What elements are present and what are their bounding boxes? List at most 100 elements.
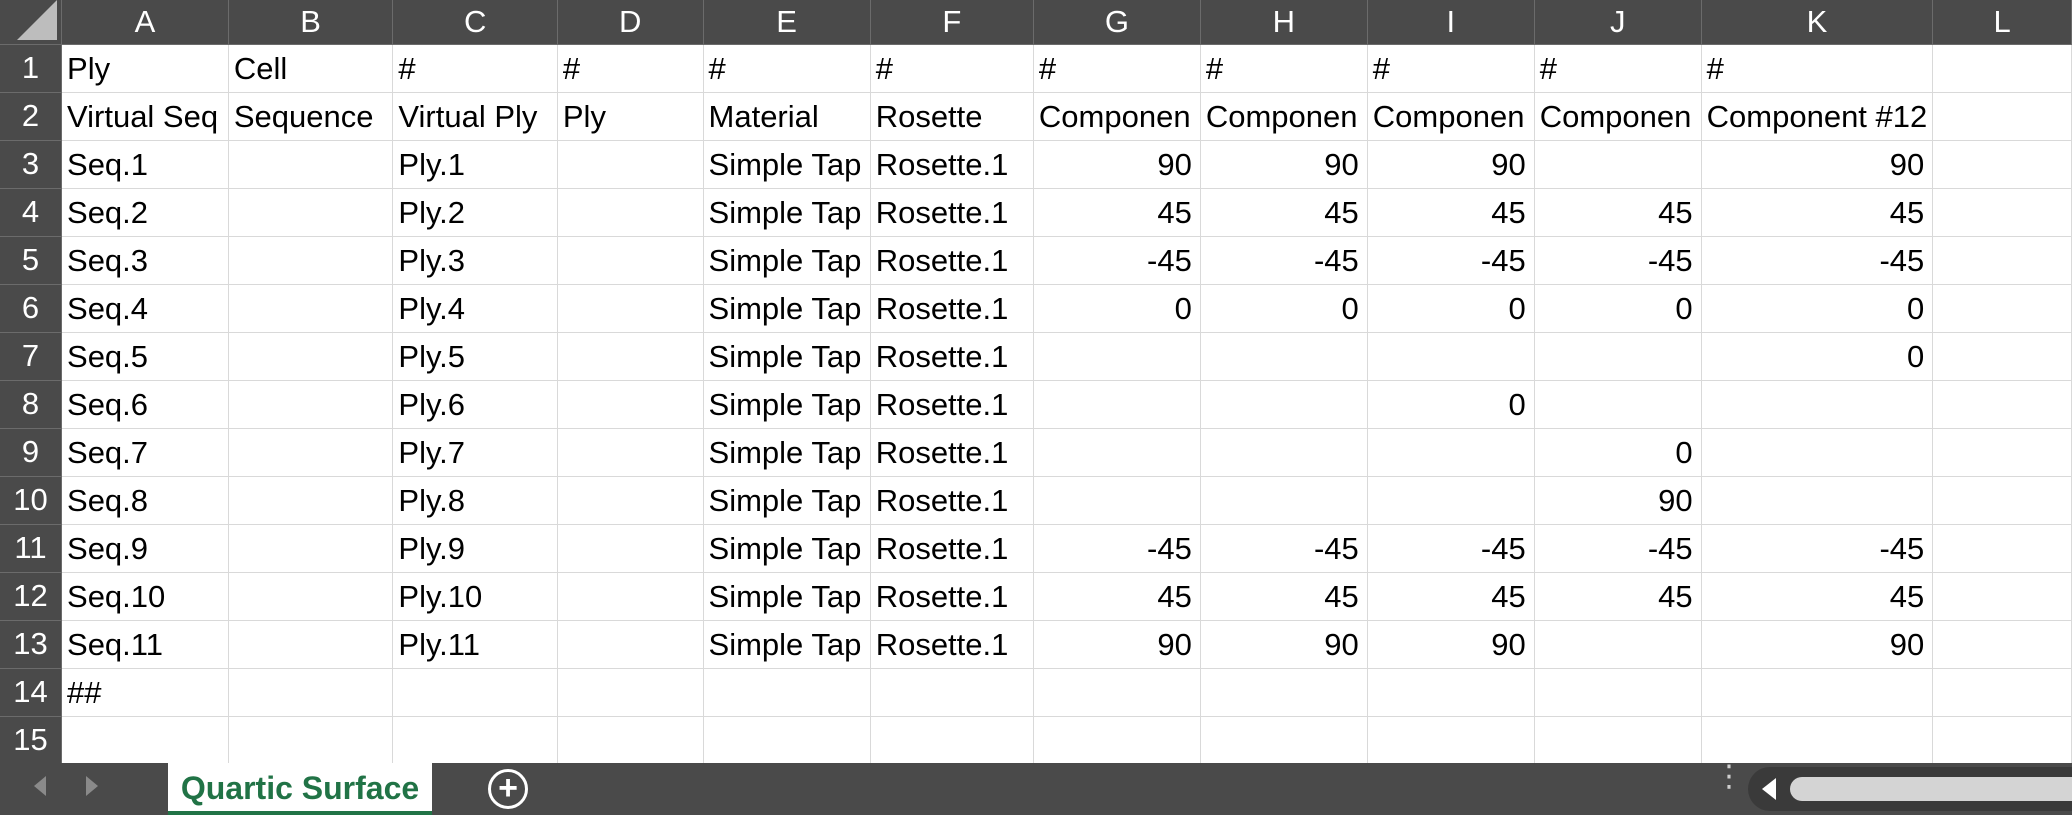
cell-i1[interactable]: # [1367, 44, 1535, 93]
cell-h15[interactable] [1200, 716, 1368, 765]
column-header-j[interactable]: J [1534, 0, 1702, 45]
cell-i10[interactable] [1367, 476, 1535, 525]
cell-g4[interactable]: 45 [1033, 188, 1201, 237]
cell-a5[interactable]: Seq.3 [61, 236, 229, 285]
cell-d11[interactable] [557, 524, 704, 573]
cell-e14[interactable] [703, 668, 871, 717]
cell-e10[interactable]: Simple Tap [703, 476, 871, 525]
cell-a7[interactable]: Seq.5 [61, 332, 229, 381]
cell-g5[interactable]: -45 [1033, 236, 1201, 285]
cell-a15[interactable] [61, 716, 229, 765]
cell-e9[interactable]: Simple Tap [703, 428, 871, 477]
cell-k6[interactable]: 0 [1701, 284, 1934, 333]
cell-e5[interactable]: Simple Tap [703, 236, 871, 285]
cell-g13[interactable]: 90 [1033, 620, 1201, 669]
scroll-tabs-left-icon[interactable] [34, 776, 46, 796]
cell-f3[interactable]: Rosette.1 [870, 140, 1034, 189]
cell-d4[interactable] [557, 188, 704, 237]
column-header-i[interactable]: I [1367, 0, 1535, 45]
cell-a14[interactable]: ## [61, 668, 229, 717]
cell-f15[interactable] [870, 716, 1034, 765]
cell-a4[interactable]: Seq.2 [61, 188, 229, 237]
cell-j8[interactable] [1534, 380, 1702, 429]
cell-b4[interactable] [228, 188, 394, 237]
cell-b10[interactable] [228, 476, 394, 525]
cell-a3[interactable]: Seq.1 [61, 140, 229, 189]
cell-f7[interactable]: Rosette.1 [870, 332, 1034, 381]
cell-g3[interactable]: 90 [1033, 140, 1201, 189]
cell-c6[interactable]: Ply.4 [392, 284, 558, 333]
cell-l13[interactable] [1932, 620, 2072, 669]
cell-f6[interactable]: Rosette.1 [870, 284, 1034, 333]
cell-h11[interactable]: -45 [1200, 524, 1368, 573]
cell-f9[interactable]: Rosette.1 [870, 428, 1034, 477]
column-header-f[interactable]: F [870, 0, 1034, 45]
cell-b1[interactable]: Cell [228, 44, 394, 93]
cell-i9[interactable] [1367, 428, 1535, 477]
column-header-l[interactable]: L [1932, 0, 2072, 45]
cell-j7[interactable] [1534, 332, 1702, 381]
row-header-2[interactable]: 2 [0, 92, 63, 141]
row-header-12[interactable]: 12 [0, 572, 63, 621]
cell-l7[interactable] [1932, 332, 2072, 381]
cell-c12[interactable]: Ply.10 [392, 572, 558, 621]
cell-l4[interactable] [1932, 188, 2072, 237]
cell-c8[interactable]: Ply.6 [392, 380, 558, 429]
cell-h4[interactable]: 45 [1200, 188, 1368, 237]
cell-l2[interactable] [1932, 92, 2072, 141]
scroll-tabs-right-icon[interactable] [86, 776, 98, 796]
cell-e1[interactable]: # [703, 44, 871, 93]
cell-k7[interactable]: 0 [1701, 332, 1934, 381]
cell-f2[interactable]: Rosette [870, 92, 1034, 141]
cell-h12[interactable]: 45 [1200, 572, 1368, 621]
cell-i15[interactable] [1367, 716, 1535, 765]
cell-f11[interactable]: Rosette.1 [870, 524, 1034, 573]
cell-d13[interactable] [557, 620, 704, 669]
cell-e2[interactable]: Material [703, 92, 871, 141]
row-header-8[interactable]: 8 [0, 380, 63, 429]
cell-g15[interactable] [1033, 716, 1201, 765]
cell-j15[interactable] [1534, 716, 1702, 765]
column-header-a[interactable]: A [61, 0, 229, 45]
cell-b11[interactable] [228, 524, 394, 573]
cell-g14[interactable] [1033, 668, 1201, 717]
cell-c5[interactable]: Ply.3 [392, 236, 558, 285]
add-sheet-button[interactable]: + [488, 769, 528, 809]
row-header-5[interactable]: 5 [0, 236, 63, 285]
cell-l10[interactable] [1932, 476, 2072, 525]
cell-l5[interactable] [1932, 236, 2072, 285]
cell-e4[interactable]: Simple Tap [703, 188, 871, 237]
cell-d7[interactable] [557, 332, 704, 381]
row-header-13[interactable]: 13 [0, 620, 63, 669]
cell-d15[interactable] [557, 716, 704, 765]
cell-j2[interactable]: Componen [1534, 92, 1702, 141]
row-header-14[interactable]: 14 [0, 668, 63, 717]
cell-i4[interactable]: 45 [1367, 188, 1535, 237]
cell-k9[interactable] [1701, 428, 1934, 477]
cell-l8[interactable] [1932, 380, 2072, 429]
cell-c15[interactable] [392, 716, 558, 765]
cell-h1[interactable]: # [1200, 44, 1368, 93]
cell-j3[interactable] [1534, 140, 1702, 189]
cell-l1[interactable] [1932, 44, 2072, 93]
cell-h5[interactable]: -45 [1200, 236, 1368, 285]
cell-b3[interactable] [228, 140, 394, 189]
column-header-c[interactable]: C [392, 0, 558, 45]
cell-k13[interactable]: 90 [1701, 620, 1934, 669]
cell-f14[interactable] [870, 668, 1034, 717]
cell-d8[interactable] [557, 380, 704, 429]
cell-c3[interactable]: Ply.1 [392, 140, 558, 189]
cell-j12[interactable]: 45 [1534, 572, 1702, 621]
cell-b9[interactable] [228, 428, 394, 477]
cell-h14[interactable] [1200, 668, 1368, 717]
cell-c11[interactable]: Ply.9 [392, 524, 558, 573]
cell-e7[interactable]: Simple Tap [703, 332, 871, 381]
cell-g11[interactable]: -45 [1033, 524, 1201, 573]
cell-d5[interactable] [557, 236, 704, 285]
row-header-1[interactable]: 1 [0, 44, 63, 93]
cell-i12[interactable]: 45 [1367, 572, 1535, 621]
cell-b12[interactable] [228, 572, 394, 621]
cell-k2[interactable]: Component #12 [1701, 92, 1934, 141]
cell-a10[interactable]: Seq.8 [61, 476, 229, 525]
row-header-10[interactable]: 10 [0, 476, 63, 525]
